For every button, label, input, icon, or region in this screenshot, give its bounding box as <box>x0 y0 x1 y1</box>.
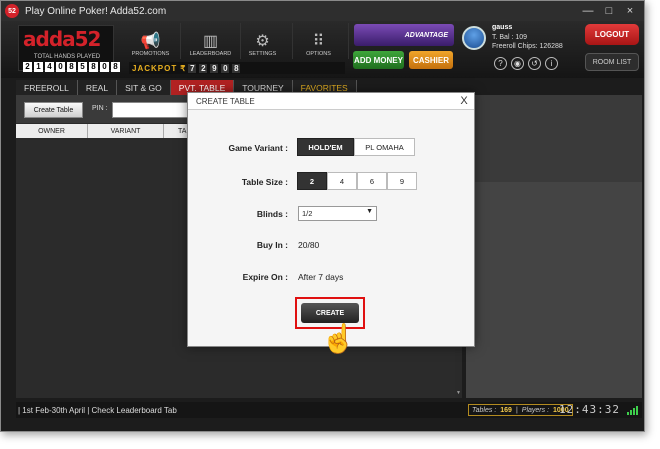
brand-logo: adda52 TOTAL HANDS PLAYED 2 1 4 0 8 5 8 … <box>18 25 120 72</box>
table-size-label: Table Size : <box>241 177 288 187</box>
maximize-button[interactable]: □ <box>601 3 617 19</box>
tab-sit-and-go[interactable]: SIT & GO <box>117 80 171 95</box>
tables-count: 169 <box>500 406 512 414</box>
window-title: Play Online Poker! Adda52.com <box>25 5 167 17</box>
close-icon[interactable]: X <box>458 95 470 107</box>
signal-icon <box>627 405 638 415</box>
minimize-button[interactable]: — <box>580 3 596 19</box>
leaderboard-label: LEADERBOARD <box>189 51 232 57</box>
rupee-icon: ₹ <box>180 63 186 73</box>
freeroll-chips: Freeroll Chips: 126288 <box>492 43 563 50</box>
tables-label: Tables : <box>472 406 497 414</box>
jackpot-digit: 9 <box>210 63 219 73</box>
table-preview-panel <box>466 95 642 398</box>
hands-played-label: TOTAL HANDS PLAYED <box>33 54 101 60</box>
table-size-selector: 2 4 6 9 <box>297 172 417 190</box>
app-logo-icon: 52 <box>5 4 19 18</box>
add-money-button[interactable]: ADD MONEY <box>353 51 404 69</box>
counter-digit: 2 <box>23 62 32 72</box>
pin-label: PIN : <box>92 105 108 112</box>
variant-pl-omaha-option[interactable]: PL OMAHA <box>354 138 415 156</box>
create-table-dialog: CREATE TABLE X Game Variant : HOLD'EM PL… <box>187 92 475 353</box>
game-variant-label: Game Variant : <box>228 143 288 153</box>
title-bar: 52 Play Online Poker! Adda52.com — □ × <box>1 1 644 21</box>
scroll-down-arrow-icon[interactable]: ▼ <box>455 390 462 398</box>
counter-digit: 4 <box>45 62 54 72</box>
jackpot-digit: 0 <box>221 63 230 73</box>
user-icon-row: ? ◉ ↺ i <box>494 57 558 70</box>
leaderboard-icon: ▥ <box>202 33 219 50</box>
blinds-value: 1/2 <box>302 209 313 218</box>
preview-area <box>466 182 642 398</box>
counter-digit: 5 <box>78 62 87 72</box>
refresh-icon[interactable]: ↺ <box>528 57 541 70</box>
size-6-option[interactable]: 6 <box>357 172 387 190</box>
blinds-select[interactable]: 1/2 ▼ <box>298 206 377 221</box>
players-label: Players : <box>521 406 550 414</box>
buy-in-value: 20/80 <box>298 240 320 250</box>
help-icon[interactable]: ? <box>494 57 507 70</box>
dialog-title: CREATE TABLE <box>188 93 474 110</box>
jackpot-digit: 2 <box>199 63 208 73</box>
jackpot-ticker: JACKPOT ₹ 7 2 9 0 8 <box>129 62 345 74</box>
status-bar: | 1st Feb-30th April | Check Leaderboard… <box>16 402 642 418</box>
column-variant[interactable]: VARIANT <box>88 124 164 138</box>
tab-freeroll[interactable]: FREEROLL <box>16 80 78 95</box>
pointing-hand-icon: ☝ <box>321 323 356 354</box>
total-balance: T. Bal : 109 <box>492 34 528 41</box>
counter-digit: 8 <box>67 62 76 72</box>
game-variant-selector: HOLD'EM PL OMAHA <box>297 138 415 156</box>
settings-button[interactable]: ⚙ SETTINGS <box>233 23 293 59</box>
counter-digit: 8 <box>89 62 98 72</box>
expire-value: After 7 days <box>298 272 344 282</box>
cashier-button[interactable]: CASHIER <box>409 51 453 69</box>
lobby-stats: Tables : 169 | Players : 1000 <box>468 404 573 416</box>
info-icon[interactable]: i <box>545 57 558 70</box>
options-grid-icon: ⠿ <box>312 33 325 50</box>
jackpot-digit: 7 <box>188 63 197 73</box>
blinds-label: Blinds : <box>256 209 288 219</box>
stats-divider: | <box>515 406 518 414</box>
counter-digit: 8 <box>111 62 120 72</box>
counter-digit: 1 <box>34 62 43 72</box>
pin-input[interactable] <box>112 102 192 118</box>
logo-text: adda52 <box>23 27 101 51</box>
column-owner[interactable]: OWNER <box>16 124 88 138</box>
expire-label: Expire On : <box>242 272 288 282</box>
promotions-button[interactable]: 📢 PROMOTIONS <box>121 23 181 59</box>
gear-icon: ⚙ <box>255 33 270 50</box>
size-2-option[interactable]: 2 <box>297 172 327 190</box>
room-list-button[interactable]: ROOM LIST <box>585 53 639 71</box>
news-ticker: | 1st Feb-30th April | Check Leaderboard… <box>18 405 177 415</box>
size-9-option[interactable]: 9 <box>387 172 417 190</box>
eye-icon[interactable]: ◉ <box>511 57 524 70</box>
avatar[interactable] <box>462 26 486 50</box>
advantage-banner[interactable]: ADVANTAGE <box>354 24 454 46</box>
header: adda52 TOTAL HANDS PLAYED 2 1 4 0 8 5 8 … <box>1 21 644 78</box>
buy-in-label: Buy In : <box>256 240 288 250</box>
settings-label: SETTINGS <box>248 51 277 57</box>
counter-digit: 0 <box>100 62 109 72</box>
variant-holdem-option[interactable]: HOLD'EM <box>297 138 354 156</box>
jackpot-digit: 8 <box>232 63 241 73</box>
tab-real[interactable]: REAL <box>77 80 118 95</box>
options-button[interactable]: ⠿ OPTIONS <box>289 23 349 59</box>
create-button[interactable]: CREATE <box>301 303 359 323</box>
leaderboard-button[interactable]: ▥ LEADERBOARD <box>181 23 241 59</box>
promotions-label: PROMOTIONS <box>131 51 170 57</box>
jackpot-label: JACKPOT <box>132 63 178 73</box>
options-label: OPTIONS <box>306 51 331 57</box>
size-4-option[interactable]: 4 <box>327 172 357 190</box>
username: gauss <box>492 24 513 31</box>
create-table-button[interactable]: Create Table <box>24 102 83 118</box>
logout-button[interactable]: LOGOUT <box>585 24 639 45</box>
chevron-down-icon: ▼ <box>366 208 373 215</box>
close-window-button[interactable]: × <box>622 3 638 19</box>
clock: 12:43:32 <box>559 403 620 416</box>
megaphone-icon: 📢 <box>140 33 161 50</box>
counter-digit: 0 <box>56 62 65 72</box>
app-window: 52 Play Online Poker! Adda52.com — □ × a… <box>0 0 645 432</box>
hands-counter: 2 1 4 0 8 5 8 0 8 <box>23 62 120 72</box>
